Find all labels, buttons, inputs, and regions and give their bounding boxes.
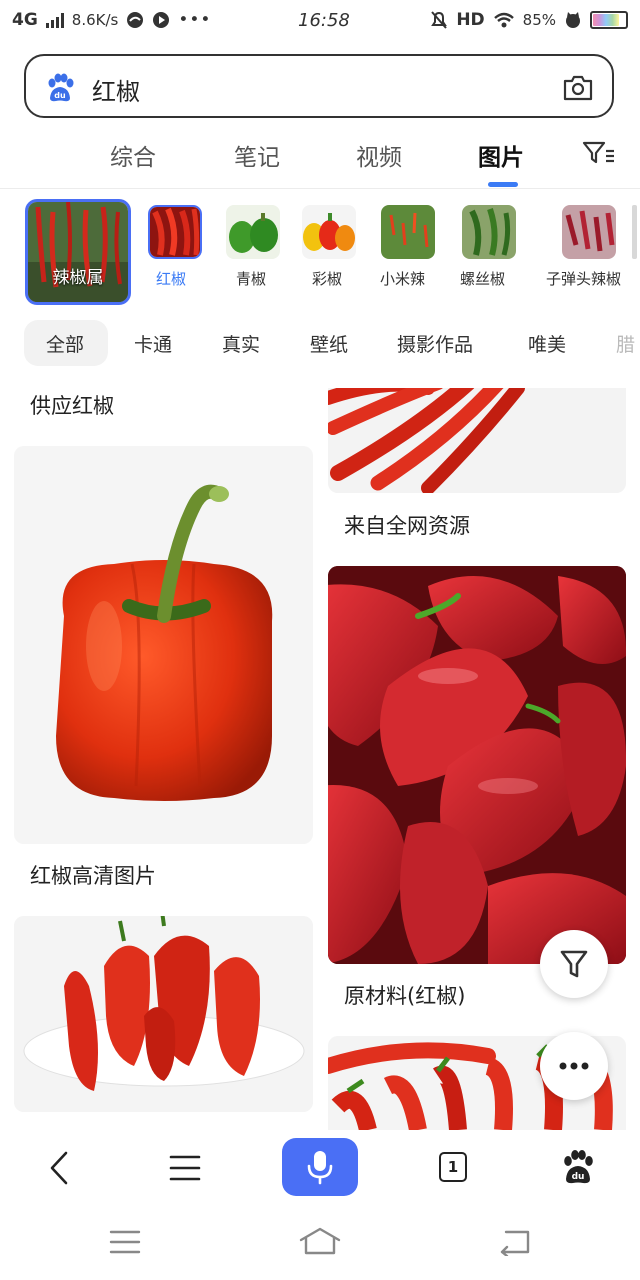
related-chip-green-pepper[interactable] <box>226 205 280 259</box>
related-chip-label: 红椒 <box>156 270 187 288</box>
related-chip-bird-eye-chili[interactable] <box>381 205 435 259</box>
hd-indicator: HD <box>456 10 485 30</box>
tab-notes[interactable]: 笔记 <box>234 138 280 172</box>
screw-pepper-thumbnail <box>462 205 516 259</box>
camera-icon[interactable] <box>562 74 594 102</box>
red-pepper-thumbnail <box>150 207 200 257</box>
baidu-paw-logo: du <box>48 73 74 102</box>
filter-real[interactable]: 真实 <box>222 330 260 357</box>
floating-more-button[interactable] <box>540 1032 608 1100</box>
filter-partial[interactable]: 腊 <box>616 330 635 357</box>
related-chip-bell-pepper[interactable] <box>302 205 356 259</box>
active-tab-indicator <box>488 182 518 187</box>
result-caption[interactable]: 原材料(红椒) <box>344 980 465 1010</box>
bullet-chili-thumbnail <box>562 205 616 259</box>
related-chip-label: 小米辣 <box>380 270 426 288</box>
back-arrow-icon[interactable] <box>46 1150 74 1186</box>
search-query[interactable]: 红椒 <box>92 72 140 107</box>
clock: 16:58 <box>298 10 350 31</box>
bird-eye-chili-thumbnail <box>381 205 435 259</box>
network-type: 4G <box>12 10 38 30</box>
filter-all[interactable]: 全部 <box>46 330 84 357</box>
related-chip-label: 辣椒属 <box>52 268 104 288</box>
pepper-plate-photo <box>14 916 313 1112</box>
floating-filter-button[interactable] <box>540 930 608 998</box>
result-caption[interactable]: 供应红椒 <box>30 390 114 420</box>
long-chili-photo <box>328 388 626 493</box>
filter-aesthetic[interactable]: 唯美 <box>528 330 566 357</box>
tabs-divider <box>0 188 640 189</box>
tab-video[interactable]: 视频 <box>356 138 402 172</box>
voice-search-button[interactable] <box>282 1138 358 1196</box>
bell-pepper-thumbnail <box>302 205 356 259</box>
signal-icon <box>45 12 64 28</box>
filter-photography[interactable]: 摄影作品 <box>397 330 473 357</box>
baidu-home-icon[interactable]: du <box>560 1148 596 1186</box>
video-notification-icon <box>153 12 170 28</box>
funnel-icon <box>560 950 588 978</box>
home-icon[interactable] <box>298 1226 342 1256</box>
result-caption[interactable]: 来自全网资源 <box>344 510 470 540</box>
svg-text:du: du <box>572 1172 585 1182</box>
menu-icon[interactable] <box>168 1153 202 1183</box>
result-image-long-chili[interactable] <box>328 388 626 493</box>
tab-general[interactable]: 综合 <box>110 138 156 172</box>
app-notification-icon <box>127 12 144 28</box>
more-notifications-icon: ••• <box>178 10 212 30</box>
cat-emoji-icon <box>566 12 580 28</box>
net-speed: 8.6K/s <box>71 11 119 29</box>
tab-count-button[interactable]: 1 <box>439 1152 467 1182</box>
result-caption[interactable]: 红椒高清图片 <box>30 860 156 890</box>
result-image-bell-pepper[interactable] <box>14 446 313 844</box>
battery-icon <box>590 11 628 29</box>
result-image-red-pepper-plate[interactable] <box>14 916 313 1112</box>
recent-apps-icon[interactable] <box>108 1228 142 1256</box>
pepper-pile-photo <box>328 566 626 964</box>
result-image-red-pepper-pile[interactable] <box>328 566 626 964</box>
wifi-icon <box>493 12 514 28</box>
related-chip-bullet-chili[interactable] <box>562 205 616 259</box>
related-chip-screw-pepper[interactable] <box>462 205 516 259</box>
battery-percent: 85% <box>522 11 556 29</box>
more-dots-icon <box>559 1062 589 1070</box>
status-bar: 4G 8.6K/s ••• 16:58 HD 85% <box>0 0 640 42</box>
related-chip-label: 子弹头辣椒 <box>546 270 622 288</box>
related-chip-label: 彩椒 <box>312 270 343 288</box>
filter-wallpaper[interactable]: 壁纸 <box>310 330 348 357</box>
system-back-icon[interactable] <box>498 1228 532 1256</box>
filter-icon[interactable] <box>582 140 616 166</box>
tab-images[interactable]: 图片 <box>478 138 524 172</box>
mute-bell-icon <box>431 11 448 29</box>
microphone-icon <box>307 1151 333 1185</box>
chips-scroll-indicator <box>632 205 637 259</box>
related-chip-label: 螺丝椒 <box>460 270 506 288</box>
search-box[interactable]: du 红椒 <box>24 54 614 118</box>
bell-pepper-photo <box>14 446 313 844</box>
related-chip-capsicum[interactable]: 辣椒属 <box>25 199 131 305</box>
green-pepper-thumbnail <box>226 205 280 259</box>
related-chip-red-pepper[interactable] <box>148 205 202 259</box>
related-chip-label: 青椒 <box>236 270 267 288</box>
svg-text:du: du <box>54 91 66 100</box>
filter-cartoon[interactable]: 卡通 <box>134 330 172 357</box>
